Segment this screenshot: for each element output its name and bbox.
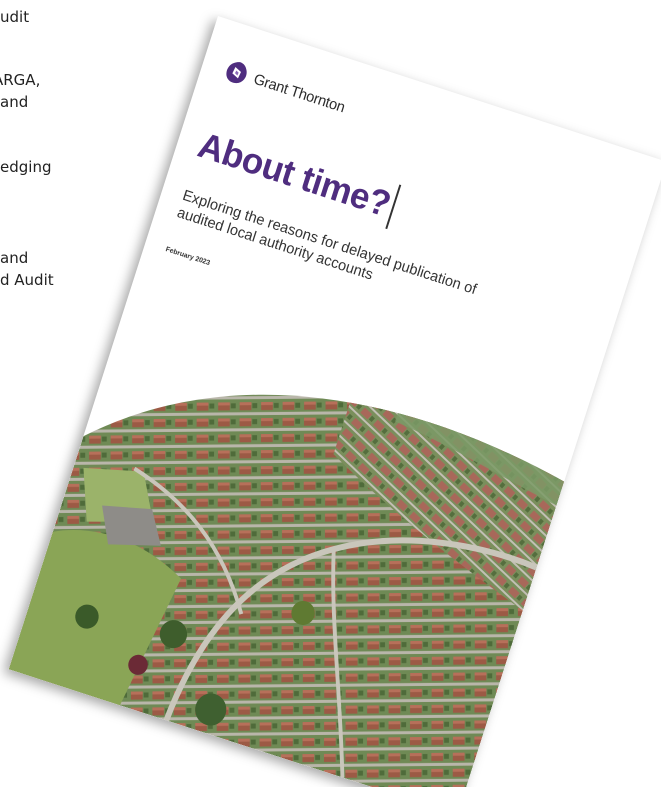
cover-aerial-photo (8, 321, 569, 787)
background-text-line: and (0, 249, 29, 267)
report-cover: Grant Thornton About time? Exploring the… (8, 16, 661, 787)
background-text-line: edging (0, 158, 52, 176)
background-text-line: d Audit (0, 271, 54, 289)
background-text-line: ARGA, (0, 71, 41, 89)
background-text-line: and (0, 93, 29, 111)
background-text-line: udit (0, 8, 30, 26)
